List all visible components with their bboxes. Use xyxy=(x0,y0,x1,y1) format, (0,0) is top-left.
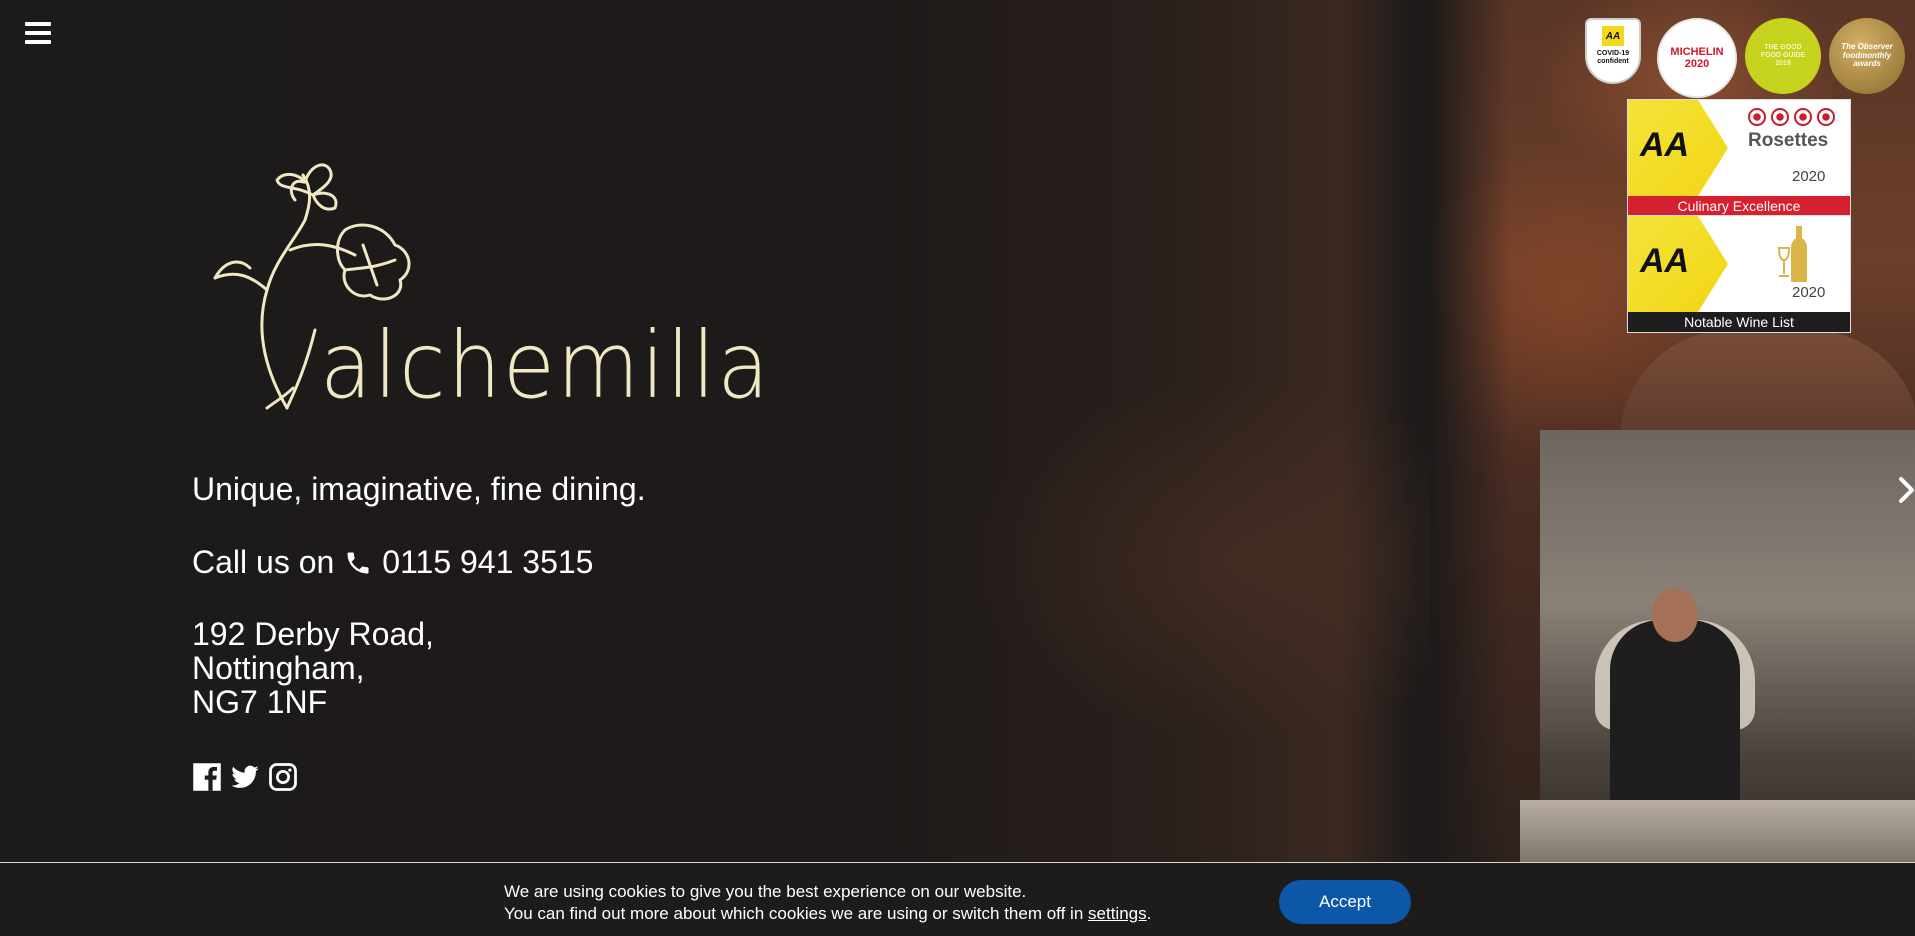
aa-logo: AA xyxy=(1640,126,1690,164)
cookie-settings-link[interactable]: settings xyxy=(1088,904,1147,923)
michelin-title: MICHELIN xyxy=(1670,45,1724,58)
cookie-line-2-text: You can find out more about which cookie… xyxy=(504,904,1084,923)
cookie-line-2: You can find out more about which cookie… xyxy=(504,903,1151,925)
rosettes-title: Rosettes xyxy=(1748,130,1829,151)
cellar-arch xyxy=(1620,330,1915,440)
kitchen-counter xyxy=(1520,800,1915,862)
cookie-banner: We are using cookies to give you the bes… xyxy=(0,862,1915,936)
cookie-line-1: We are using cookies to give you the bes… xyxy=(504,882,1027,901)
good-food-line: THE GOOD xyxy=(1764,44,1802,52)
chef-head xyxy=(1652,588,1698,642)
chevron-right-icon[interactable] xyxy=(1897,476,1915,504)
menu-bar xyxy=(25,40,51,44)
ofm-awards-badge: The Observer foodmonthly awards xyxy=(1829,18,1905,94)
menu-bar xyxy=(25,22,51,26)
rosettes-row xyxy=(1748,108,1835,126)
twitter-icon[interactable] xyxy=(230,762,260,792)
aa-covid-badge: AA COVID-19 confident xyxy=(1585,18,1641,88)
rosettes-footer: Culinary Excellence xyxy=(1628,196,1850,216)
aa-rosettes-award: AA Rosettes 2020 Culinary Excellence xyxy=(1628,100,1850,216)
call-label: Call us on xyxy=(192,544,335,580)
accept-cookies-button[interactable]: Accept xyxy=(1279,880,1411,924)
cookie-message: We are using cookies to give you the bes… xyxy=(504,881,1151,925)
rosette-icon xyxy=(1748,108,1766,126)
phone-icon xyxy=(347,552,369,573)
address-line: NG7 1NF xyxy=(192,684,328,720)
phone-line: Call us on 0115 941 3515 xyxy=(192,544,593,581)
menu-bar xyxy=(25,31,51,35)
chef-apron xyxy=(1610,620,1740,820)
photo-vignette xyxy=(1430,0,1510,862)
shield-icon: AA COVID-19 confident xyxy=(1585,18,1641,84)
address-line: Nottingham, xyxy=(192,650,365,686)
cookie-line-2-suffix: . xyxy=(1146,904,1152,923)
phone-number-link[interactable]: 0115 941 3515 xyxy=(382,544,593,581)
aa-logo: AA xyxy=(1640,242,1690,280)
wine-year: 2020 xyxy=(1792,284,1826,301)
rosette-icon xyxy=(1771,108,1789,126)
covid-badge-text: COVID-19 confident xyxy=(1596,50,1630,65)
good-food-line: 2019 xyxy=(1775,59,1791,67)
aa-wine-award: AA 2020 Notable Wine List xyxy=(1628,216,1850,332)
hamburger-menu-icon[interactable] xyxy=(25,22,51,44)
ofm-line: awards xyxy=(1853,59,1881,69)
wine-footer: Notable Wine List xyxy=(1628,312,1850,332)
good-food-line: FOOD GUIDE xyxy=(1760,52,1806,60)
award-badges: AA COVID-19 confident MICHELIN 2020 THE … xyxy=(1585,18,1905,98)
logo-wordmark: alchemilla xyxy=(320,312,771,419)
instagram-icon[interactable] xyxy=(268,762,298,792)
address-line: 192 Derby Road, xyxy=(192,616,434,652)
good-food-guide-badge: THE GOOD FOOD GUIDE 2019 xyxy=(1745,18,1821,94)
michelin-year: 2020 xyxy=(1684,58,1710,70)
address: 192 Derby Road, Nottingham, NG7 1NF xyxy=(192,617,434,719)
facebook-icon[interactable] xyxy=(192,762,222,792)
tagline: Unique, imaginative, fine dining. xyxy=(192,471,646,507)
rosette-icon xyxy=(1817,108,1835,126)
social-links xyxy=(192,762,298,792)
aa-logo: AA xyxy=(1602,26,1624,46)
rosette-icon xyxy=(1794,108,1812,126)
rosettes-year: 2020 xyxy=(1792,168,1826,185)
wine-bottle-icon xyxy=(1777,226,1807,282)
michelin-badge: MICHELIN 2020 xyxy=(1657,18,1737,98)
